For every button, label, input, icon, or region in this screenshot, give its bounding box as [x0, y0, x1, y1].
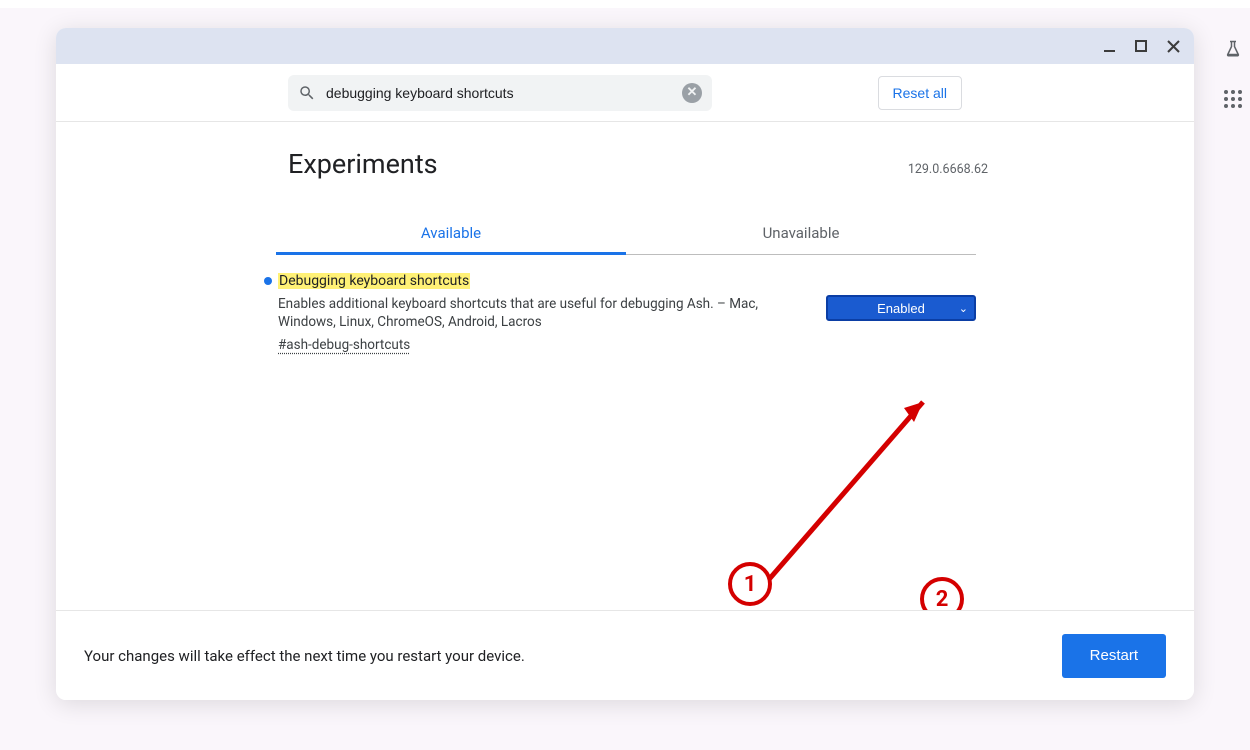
apps-grid-icon[interactable]: [1224, 90, 1242, 108]
annotation-arrow-1: [728, 382, 948, 610]
restart-bar: Your changes will take effect the next t…: [56, 610, 1194, 700]
reset-all-button[interactable]: Reset all: [878, 76, 962, 110]
restart-message: Your changes will take effect the next t…: [84, 647, 525, 665]
flag-description: Enables additional keyboard shortcuts th…: [264, 295, 806, 331]
flag-row: Debugging keyboard shortcuts Enables add…: [264, 273, 976, 353]
window-titlebar: [56, 28, 1194, 64]
minimize-icon[interactable]: [1102, 39, 1116, 53]
search-icon: [298, 84, 316, 102]
tab-unavailable[interactable]: Unavailable: [626, 212, 976, 254]
modified-dot-icon: [264, 277, 272, 285]
tab-available[interactable]: Available: [276, 212, 626, 254]
experiments-window: ✕ Reset all Experiments 129.0.6668.62 Av…: [56, 28, 1194, 700]
flask-lab-icon[interactable]: [1224, 40, 1242, 62]
page-title: Experiments: [288, 148, 438, 180]
restart-button[interactable]: Restart: [1062, 634, 1166, 678]
close-icon[interactable]: [1166, 39, 1180, 53]
maximize-icon[interactable]: [1134, 39, 1148, 53]
flag-state-select[interactable]: Enabled: [826, 295, 976, 321]
flag-title: Debugging keyboard shortcuts: [278, 273, 470, 289]
search-bar-row: ✕ Reset all: [56, 64, 1194, 122]
annotation-arrow-2: [926, 592, 1156, 610]
search-field-wrapper: ✕: [288, 75, 712, 111]
tabs: Available Unavailable: [276, 212, 976, 255]
annotation-marker-1: 1: [728, 562, 772, 606]
flag-hash-link[interactable]: #ash-debug-shortcuts: [264, 337, 410, 353]
search-input[interactable]: [326, 85, 672, 101]
version-text: 129.0.6668.62: [908, 162, 988, 177]
annotation-marker-2: 2: [920, 577, 964, 610]
browser-tab-strip: [0, 0, 1250, 8]
clear-search-icon[interactable]: ✕: [682, 83, 702, 103]
content-area: Experiments 129.0.6668.62 Available Unav…: [56, 122, 1194, 610]
